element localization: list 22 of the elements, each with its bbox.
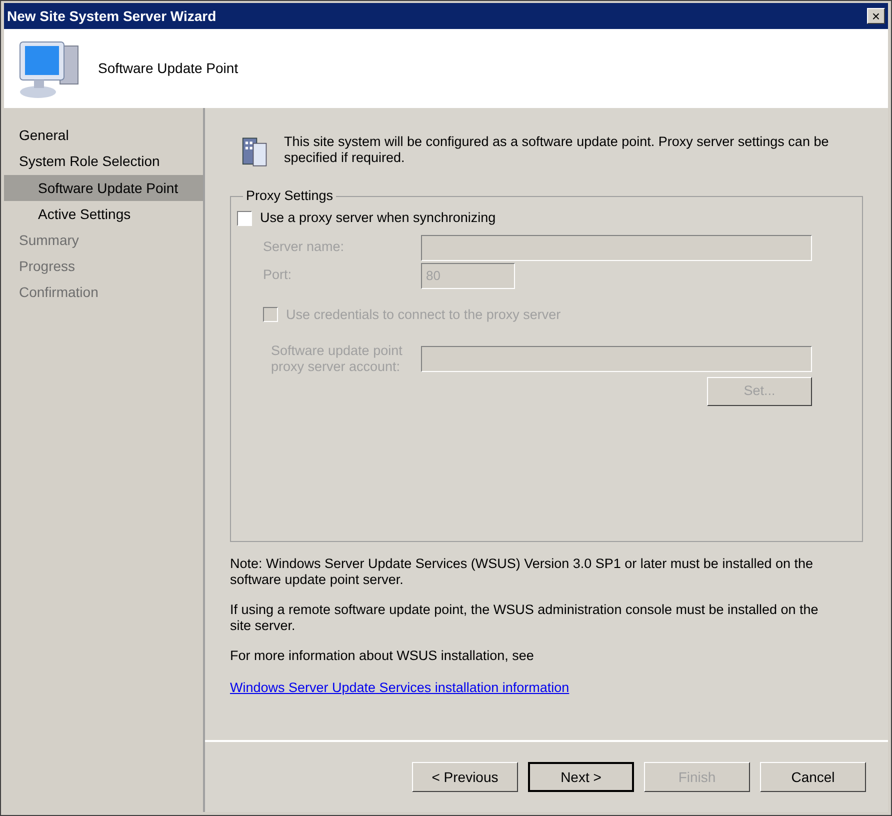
step-item[interactable]: System Role Selection	[4, 148, 203, 174]
step-item[interactable]: Active Settings	[4, 201, 203, 227]
intro-text: This site system will be configured as a software update point. Proxy server settings can be specified if required.	[284, 134, 830, 167]
checkbox-label: Use credentials to connect to the proxy server	[286, 306, 561, 324]
note-text: Note: Windows Server Update Services (WSUS) Version 3.0 SP1 or later must be installed on the software update point server.	[230, 556, 814, 588]
wizard-button[interactable]: Cancel	[760, 762, 866, 792]
note-text: For more information about WSUS installation, see	[230, 648, 535, 664]
checkbox-label: Use a proxy server when synchronizing	[260, 209, 496, 228]
close-button[interactable]: ×	[867, 8, 885, 24]
checkbox[interactable]	[237, 210, 252, 226]
field-label: Software update point proxy server account:	[271, 342, 404, 375]
header-title: Software Update Point	[98, 59, 238, 78]
wizard-button[interactable]: Next >	[528, 762, 634, 792]
field-label: Server name:	[263, 238, 346, 256]
wizard-button[interactable]: < Previous	[412, 762, 518, 792]
step-item[interactable]: General	[4, 122, 203, 148]
group-legend: Proxy Settings	[243, 186, 336, 206]
window-title: New Site System Server Wizard	[7, 6, 216, 26]
wsus-info-link[interactable]: Windows Server Update Services installation information	[230, 678, 570, 698]
field-label: Port:	[263, 266, 293, 284]
step-item[interactable]: Software Update Point	[4, 175, 203, 201]
note-text: If using a remote software update point, the WSUS administration console must be installed on the site server.	[230, 602, 820, 634]
